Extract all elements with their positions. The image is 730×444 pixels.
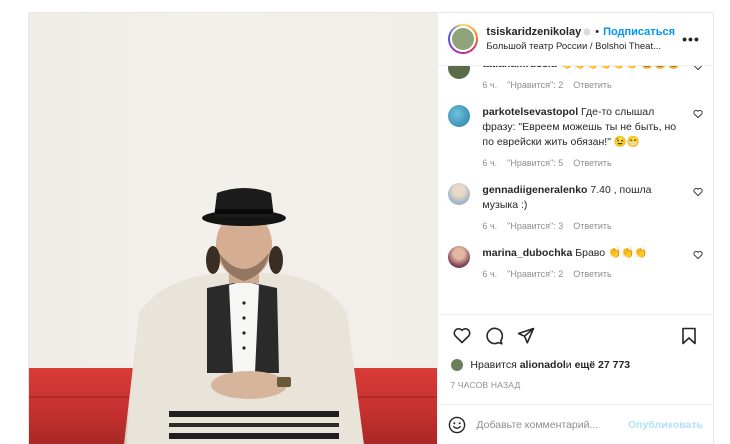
save-button[interactable] <box>675 322 703 350</box>
comment-time[interactable]: 6 ч. <box>482 78 497 93</box>
post-header: tsiskaridzenikolay • Подписаться Большой… <box>438 13 713 66</box>
send-icon <box>518 327 535 344</box>
more-icon: ••• <box>682 31 700 47</box>
comment-likes[interactable]: "Нравится": 3 <box>507 219 563 234</box>
follow-button[interactable]: Подписаться <box>603 26 675 38</box>
post-side-panel: tsiskaridzenikolay • Подписаться Большой… <box>437 13 713 444</box>
verified-icon <box>583 28 591 36</box>
comment-username[interactable]: parkotelsevastopol <box>482 106 578 118</box>
comment-time[interactable]: 6 ч. <box>482 267 497 282</box>
post-modal: tsiskaridzenikolay • Подписаться Большой… <box>28 12 714 444</box>
likes-summary: Нравится alionadol и ещё 27 773 <box>438 356 713 374</box>
heart-icon[interactable] <box>693 66 703 71</box>
heart-icon[interactable] <box>693 109 703 119</box>
comment-icon <box>486 327 504 345</box>
comment-username[interactable]: tatianamrussia <box>482 66 556 70</box>
reply-button[interactable]: Ответить <box>573 219 611 234</box>
comment-text: 👏👏👏👏👏👏 🤩🤩🤩 <box>557 66 680 70</box>
comment-likes[interactable]: "Нравится": 2 <box>507 267 563 282</box>
emoji-icon[interactable] <box>448 416 466 434</box>
comment-time[interactable]: 6 ч. <box>482 219 497 234</box>
comment-time[interactable]: 6 ч. <box>482 156 497 171</box>
post-timestamp[interactable]: 7 ЧАСОВ НАЗАД <box>438 374 713 396</box>
bookmark-icon <box>682 327 696 344</box>
share-button[interactable] <box>512 322 540 350</box>
liker-avatar[interactable] <box>450 358 465 372</box>
post-location[interactable]: Большой театр России / Bolshoi Theat... <box>486 41 675 52</box>
comment-avatar[interactable] <box>448 66 471 79</box>
author-avatar[interactable] <box>448 24 479 54</box>
publish-button[interactable]: Опубликовать <box>628 419 703 431</box>
comment-avatar[interactable] <box>448 183 471 205</box>
add-comment-bar: Опубликовать <box>438 404 713 444</box>
heart-icon[interactable] <box>693 187 703 197</box>
comment-input[interactable] <box>476 418 629 431</box>
post-photo[interactable] <box>29 13 438 444</box>
comment-button[interactable] <box>480 322 508 350</box>
comment-likes[interactable]: "Нравится": 2 <box>507 78 563 93</box>
comment-likes[interactable]: "Нравится": 5 <box>507 156 563 171</box>
comment-item: marina_dubochka Браво 👏👏👏 6 ч. "Нравится… <box>448 246 703 282</box>
comment-username[interactable]: marina_dubochka <box>482 247 572 259</box>
comment-item: tatianamrussia 👏👏👏👏👏👏 🤩🤩🤩 6 ч. "Нравится… <box>448 66 703 93</box>
reply-button[interactable]: Ответить <box>573 156 611 171</box>
comment-username[interactable]: gennadiigeneralenko <box>482 184 587 196</box>
likes-count-link[interactable]: ещё 27 773 <box>575 359 631 371</box>
separator-dot: • <box>595 26 600 38</box>
post-actions-bar <box>438 314 713 356</box>
comment-item: parkotelsevastopol Где-то слышал фразу: … <box>448 105 703 171</box>
comment-avatar[interactable] <box>448 246 471 268</box>
reply-button[interactable]: Ответить <box>573 267 611 282</box>
photo-person <box>124 188 364 444</box>
comment-text: Браво 👏👏👏 <box>572 247 648 259</box>
heart-icon <box>453 327 471 344</box>
comment-item: gennadiigeneralenko 7.40 , пошла музыка … <box>448 183 703 234</box>
comment-avatar[interactable] <box>448 105 471 127</box>
author-username[interactable]: tsiskaridzenikolay <box>486 26 581 38</box>
comments-list[interactable]: tatianamrussia 👏👏👏👏👏👏 🤩🤩🤩 6 ч. "Нравится… <box>438 66 713 314</box>
heart-icon[interactable] <box>693 250 703 260</box>
like-button[interactable] <box>448 322 476 350</box>
more-options-button[interactable]: ••• <box>681 31 701 47</box>
liker-username[interactable]: alionadol <box>520 359 566 371</box>
reply-button[interactable]: Ответить <box>573 78 611 93</box>
